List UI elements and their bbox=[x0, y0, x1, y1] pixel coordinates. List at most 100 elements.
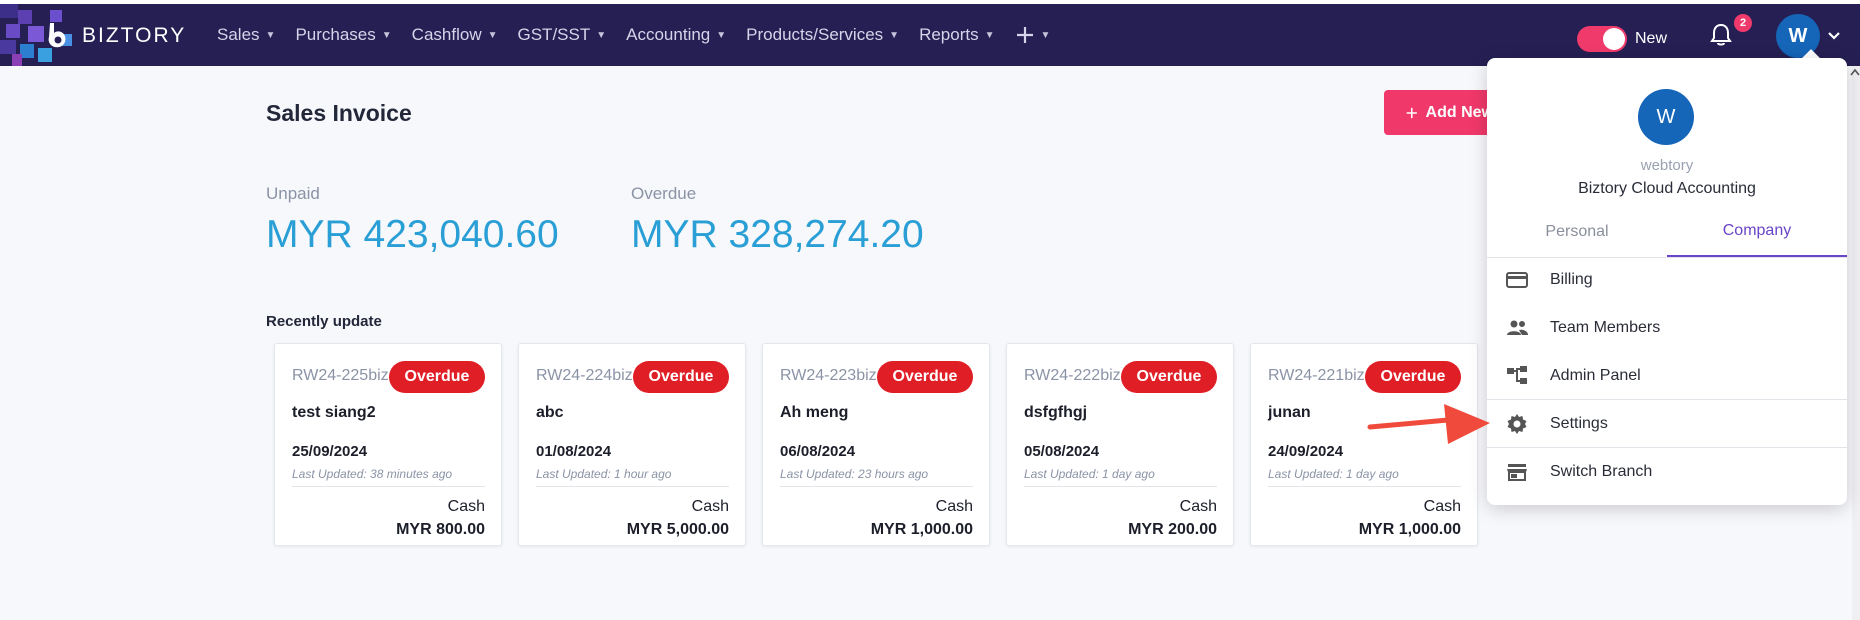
unpaid-value[interactable]: MYR 423,040.60 bbox=[266, 213, 559, 257]
chevron-down-icon: ▼ bbox=[716, 29, 727, 41]
payment-method: Cash bbox=[935, 498, 973, 515]
tab-company[interactable]: Company bbox=[1667, 206, 1847, 257]
payment-method: Cash bbox=[1423, 498, 1461, 515]
customer-name: Ah meng bbox=[780, 404, 849, 421]
last-updated: Last Updated: 1 day ago bbox=[1024, 467, 1155, 481]
invoice-amount: MYR 200.00 bbox=[1128, 521, 1217, 538]
credit-card-icon bbox=[1506, 272, 1528, 288]
bell-icon[interactable] bbox=[1707, 21, 1735, 49]
customer-name: abc bbox=[536, 404, 564, 421]
toggle-label: New bbox=[1635, 30, 1668, 47]
nav-quick-add[interactable]: ▼ bbox=[1015, 25, 1051, 45]
invoice-number: RW24-224biz bbox=[536, 367, 633, 384]
last-updated: Last Updated: 1 day ago bbox=[1268, 467, 1399, 481]
menu-item-label: Switch Branch bbox=[1550, 463, 1653, 480]
user-dropdown-menu: W webtory Biztory Cloud Accounting Perso… bbox=[1487, 58, 1847, 505]
nav-label: Sales bbox=[217, 25, 260, 44]
menu-item-settings[interactable]: Settings bbox=[1487, 400, 1847, 448]
nav-products-services[interactable]: Products/Services ▼ bbox=[746, 25, 899, 45]
menu-company-name: Biztory Cloud Accounting bbox=[1578, 180, 1756, 197]
divider bbox=[536, 486, 729, 487]
payment-method: Cash bbox=[447, 498, 485, 515]
divider bbox=[1024, 486, 1217, 487]
nav-label: Cashflow bbox=[411, 25, 482, 44]
nav-label: Products/Services bbox=[746, 25, 884, 44]
hierarchy-icon bbox=[1507, 366, 1527, 384]
gear-icon bbox=[1507, 414, 1527, 434]
menu-item-admin-panel[interactable]: Admin Panel bbox=[1487, 352, 1847, 400]
overdue-value[interactable]: MYR 328,274.20 bbox=[631, 213, 924, 257]
recently-update-heading: Recently update bbox=[266, 313, 382, 330]
menu-username: webtory bbox=[1640, 157, 1694, 174]
nav-purchases[interactable]: Purchases ▼ bbox=[295, 25, 391, 45]
scroll-up-icon[interactable] bbox=[1850, 66, 1860, 80]
payment-method: Cash bbox=[691, 498, 729, 515]
menu-item-label: Settings bbox=[1550, 415, 1608, 432]
people-icon bbox=[1507, 320, 1528, 335]
invoice-date: 06/08/2024 bbox=[780, 443, 856, 460]
invoice-date: 01/08/2024 bbox=[536, 443, 612, 460]
invoice-card[interactable]: RW24-224biz Overdue abc 01/08/2024 Last … bbox=[518, 343, 746, 546]
menu-avatar: W bbox=[1638, 89, 1694, 145]
invoice-number: RW24-225biz bbox=[292, 367, 389, 384]
chevron-down-icon: ▼ bbox=[1040, 29, 1051, 41]
unpaid-label: Unpaid bbox=[266, 184, 320, 203]
menu-tabs: Personal Company bbox=[1487, 206, 1847, 258]
nav-label: GST/SST bbox=[517, 25, 591, 44]
menu-item-team-members[interactable]: Team Members bbox=[1487, 304, 1847, 352]
overdue-label: Overdue bbox=[631, 184, 697, 203]
notification-badge: 2 bbox=[1734, 14, 1752, 32]
invoice-amount: MYR 800.00 bbox=[396, 521, 485, 538]
nav-reports[interactable]: Reports ▼ bbox=[919, 25, 994, 45]
payment-method: Cash bbox=[1179, 498, 1217, 515]
divider bbox=[292, 486, 485, 487]
invoice-card[interactable]: RW24-223biz Overdue Ah meng 06/08/2024 L… bbox=[762, 343, 990, 546]
last-updated: Last Updated: 38 minutes ago bbox=[292, 467, 453, 481]
invoice-number: RW24-221biz bbox=[1268, 367, 1365, 384]
status-badge: Overdue bbox=[633, 361, 729, 393]
nav-accounting[interactable]: Accounting ▼ bbox=[626, 25, 726, 45]
plus-icon bbox=[1016, 27, 1033, 43]
menu-item-label: Billing bbox=[1550, 271, 1593, 288]
chevron-down-icon: ▼ bbox=[889, 29, 900, 41]
customer-name: junan bbox=[1268, 404, 1311, 421]
customer-name: test siang2 bbox=[292, 404, 376, 421]
new-ui-toggle[interactable]: New bbox=[1577, 26, 1667, 52]
nav-sales[interactable]: Sales ▼ bbox=[217, 25, 275, 45]
toggle-switch[interactable] bbox=[1577, 26, 1627, 52]
chevron-down-icon: ▼ bbox=[381, 29, 392, 41]
chevron-down-icon: ▼ bbox=[265, 29, 276, 41]
invoice-card[interactable]: RW24-222biz Overdue dsfgfhgj 05/08/2024 … bbox=[1006, 343, 1234, 546]
add-new-label: Add New bbox=[1425, 103, 1494, 121]
page-scrollbar[interactable] bbox=[1852, 66, 1860, 620]
annotation-arrow-icon bbox=[1367, 404, 1490, 444]
status-badge: Overdue bbox=[877, 361, 973, 393]
top-navbar: BIZTORY Sales ▼ Purchases ▼ Cashflow ▼ GST/… bbox=[0, 4, 1860, 66]
invoice-card[interactable]: RW24-225biz Overdue test siang2 25/09/20… bbox=[274, 343, 502, 546]
page-title: Sales Invoice bbox=[266, 100, 412, 126]
divider bbox=[780, 486, 973, 487]
menu-item-billing[interactable]: Billing bbox=[1487, 256, 1847, 304]
menu-item-switch-branch[interactable]: Switch Branch bbox=[1487, 448, 1847, 496]
last-updated: Last Updated: 23 hours ago bbox=[780, 467, 929, 481]
add-new-button[interactable]: Add New bbox=[1384, 90, 1494, 135]
unpaid-stat: Unpaid MYR 423,040.60 bbox=[266, 184, 559, 257]
invoice-date: 24/09/2024 bbox=[1268, 443, 1344, 460]
invoice-date: 05/08/2024 bbox=[1024, 443, 1100, 460]
status-badge: Overdue bbox=[389, 361, 485, 393]
main-nav: Sales ▼ Purchases ▼ Cashflow ▼ GST/SST ▼ Acc… bbox=[217, 4, 1070, 66]
menu-item-label: Team Members bbox=[1550, 319, 1661, 336]
chevron-down-icon[interactable] bbox=[1826, 28, 1842, 44]
invoice-amount: MYR 5,000.00 bbox=[626, 521, 729, 538]
nav-label: Purchases bbox=[295, 25, 376, 44]
status-badge: Overdue bbox=[1121, 361, 1217, 393]
chevron-down-icon: ▼ bbox=[596, 29, 607, 41]
chevron-down-icon: ▼ bbox=[984, 29, 995, 41]
nav-gst-sst[interactable]: GST/SST ▼ bbox=[518, 25, 607, 45]
brand-name: BIZTORY bbox=[82, 24, 187, 47]
biztory-logo-icon bbox=[48, 23, 66, 48]
app-logo[interactable]: BIZTORY bbox=[44, 20, 186, 52]
invoice-number: RW24-222biz bbox=[1024, 367, 1121, 384]
nav-cashflow[interactable]: Cashflow ▼ bbox=[412, 25, 498, 45]
tab-personal[interactable]: Personal bbox=[1487, 206, 1667, 257]
